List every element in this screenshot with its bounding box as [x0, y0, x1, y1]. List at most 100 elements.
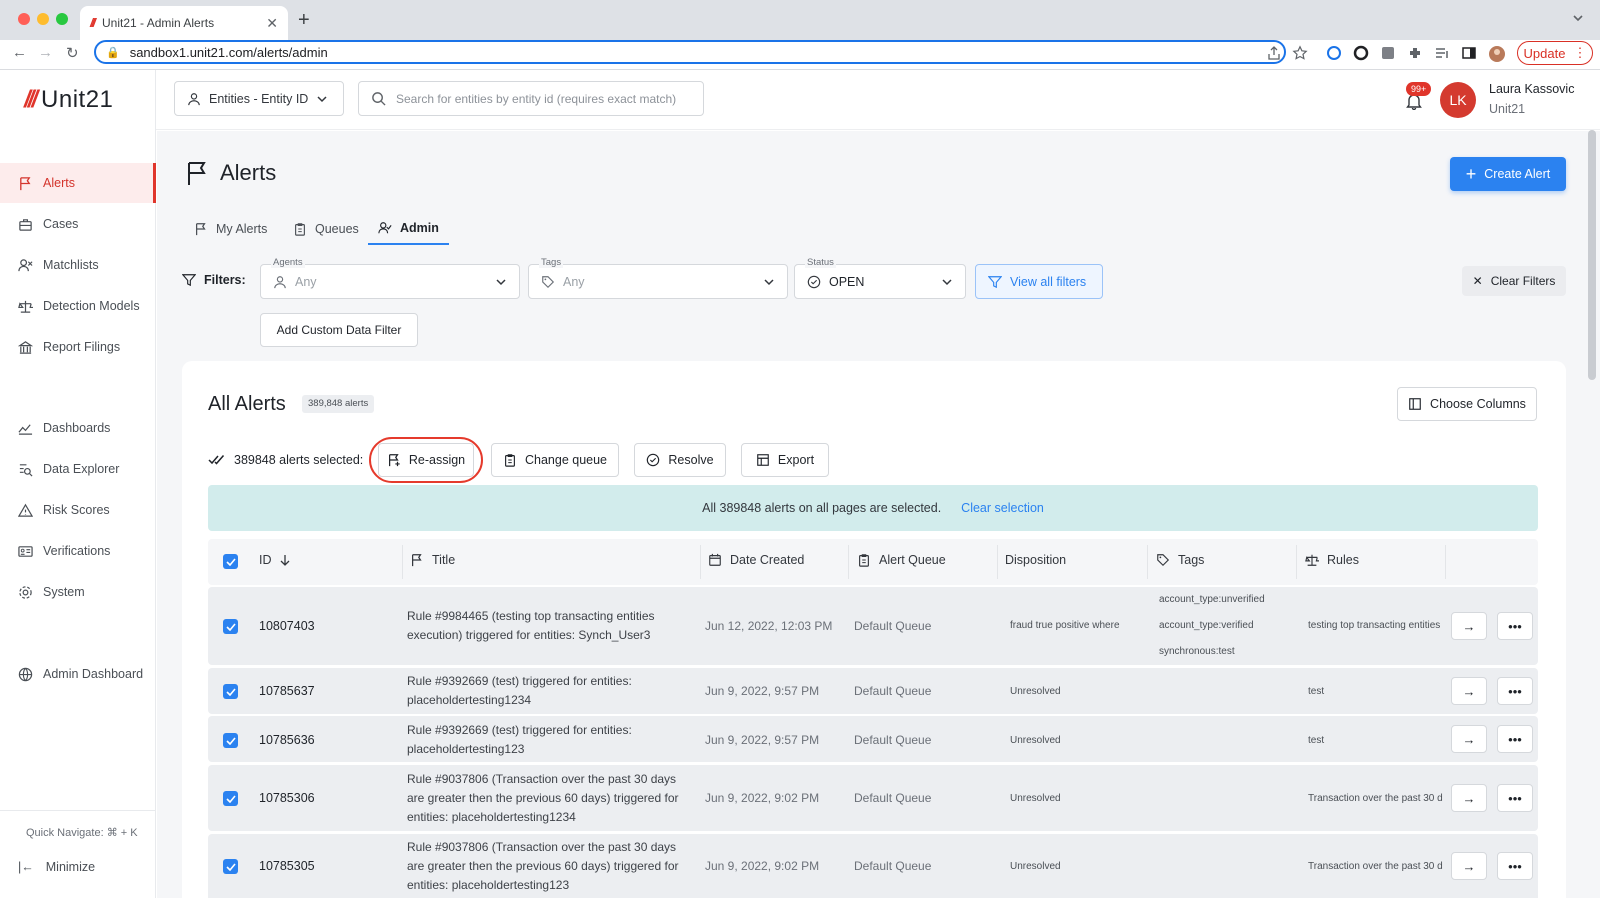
sidebar-item-report-filings[interactable]: Report Filings [0, 327, 156, 367]
tab-queues[interactable]: Queues [293, 213, 359, 245]
open-alert-arrow-icon[interactable]: → [1451, 852, 1487, 880]
change-queue-button[interactable]: Change queue [491, 443, 619, 477]
export-icon [757, 454, 769, 466]
tab-label: My Alerts [216, 222, 268, 236]
create-alert-button[interactable]: + Create Alert [1450, 157, 1566, 191]
column-header-date-created[interactable]: Date Created [708, 553, 804, 567]
back-arrow-icon[interactable]: ← [12, 44, 27, 61]
extension-icon[interactable] [1326, 45, 1342, 61]
alert-title[interactable]: Rule #9037806 (Transaction over the past… [407, 838, 687, 895]
kebab-menu-icon: ⋮ [1573, 45, 1587, 60]
address-bar[interactable]: 🔒 sandbox1.unit21.com/alerts/admin [94, 40, 1286, 64]
more-options-icon[interactable]: ••• [1497, 612, 1533, 640]
choose-columns-button[interactable]: Choose Columns [1397, 387, 1537, 421]
alert-title[interactable]: Rule #9392669 (test) triggered for entit… [407, 672, 687, 710]
alert-queue: Default Queue [854, 619, 932, 633]
alert-title[interactable]: Rule #9392669 (test) triggered for entit… [407, 721, 687, 759]
puzzle-icon[interactable] [1407, 45, 1423, 61]
window-zoom-button[interactable] [56, 13, 68, 25]
sidebar-item-data-explorer[interactable]: Data Explorer [0, 449, 156, 489]
resolve-button[interactable]: Resolve [634, 443, 726, 477]
profile-avatar-icon[interactable] [1488, 45, 1505, 62]
sidebar-item-system[interactable]: System [0, 572, 156, 612]
alert-rule: Transaction over the past 30 d [1308, 793, 1443, 804]
tab-search-chevron-icon[interactable] [1572, 12, 1584, 24]
sidebar-item-cases[interactable]: Cases [0, 204, 156, 244]
bulk-selection-summary: 389848 alerts selected: [208, 453, 363, 467]
minimize-sidebar-button[interactable]: |← Minimize [18, 860, 95, 874]
sidebar-item-verifications[interactable]: Verifications [0, 531, 156, 571]
entity-type-select[interactable]: Entities - Entity ID [174, 81, 344, 116]
sidebar-item-admin-dashboard[interactable]: Admin Dashboard [0, 654, 156, 694]
media-queue-icon[interactable] [1434, 45, 1450, 61]
open-alert-arrow-icon[interactable]: → [1451, 612, 1487, 640]
alert-title[interactable]: Rule #9984465 (testing top transacting e… [407, 607, 687, 645]
browser-update-button[interactable]: Update ⋮ [1517, 41, 1593, 65]
alert-date: Jun 9, 2022, 9:02 PM [705, 859, 820, 873]
more-options-icon[interactable]: ••• [1497, 852, 1533, 880]
row-checkbox[interactable] [223, 791, 238, 806]
column-header-disposition[interactable]: Disposition [1005, 553, 1066, 567]
row-checkbox[interactable] [223, 733, 238, 748]
row-checkbox[interactable] [223, 684, 238, 699]
sidebar-item-dashboards[interactable]: Dashboards [0, 408, 156, 448]
page-scrollbar[interactable] [1588, 130, 1596, 380]
extension-icon[interactable] [1353, 45, 1369, 61]
selection-banner: All 389848 alerts on all pages are selec… [208, 485, 1538, 531]
side-panel-icon[interactable] [1461, 45, 1477, 61]
select-all-checkbox[interactable] [223, 554, 238, 569]
avatar[interactable]: LK [1440, 82, 1476, 118]
alert-title[interactable]: Rule #9037806 (Transaction over the past… [407, 770, 687, 827]
sidebar-item-risk-scores[interactable]: Risk Scores [0, 490, 156, 530]
reload-icon[interactable]: ↻ [66, 44, 79, 62]
view-all-filters-button[interactable]: View all filters [975, 264, 1103, 299]
window-close-button[interactable] [18, 13, 30, 25]
alert-rule: test [1308, 735, 1325, 746]
tab-close-icon[interactable]: ✕ [266, 15, 278, 32]
column-header-rules[interactable]: Rules [1305, 553, 1359, 567]
entity-search-input[interactable]: Search for entities by entity id (requir… [358, 81, 704, 116]
row-checkbox[interactable] [223, 859, 238, 874]
sidebar-item-detection-models[interactable]: Detection Models [0, 286, 156, 326]
tab-my-alerts[interactable]: My Alerts [194, 213, 267, 245]
alert-rule: testing top transacting entities [1308, 620, 1441, 631]
new-tab-button[interactable]: + [298, 9, 310, 32]
column-divider [1147, 545, 1148, 579]
export-button[interactable]: Export [741, 443, 829, 477]
flag-icon [186, 160, 210, 186]
column-header-label: Title [432, 553, 456, 567]
tags-filter-select[interactable]: Tags Any [528, 257, 788, 299]
bookmark-star-icon[interactable] [1292, 45, 1308, 61]
sidebar-item-alerts[interactable]: Alerts [0, 163, 156, 203]
more-options-icon[interactable]: ••• [1497, 677, 1533, 705]
extension-icon[interactable] [1380, 45, 1396, 61]
chevron-down-icon [942, 278, 952, 285]
open-alert-arrow-icon[interactable]: → [1451, 725, 1487, 753]
flag-icon [20, 176, 31, 190]
row-checkbox[interactable] [223, 619, 238, 634]
column-header-title[interactable]: Title [410, 553, 455, 567]
column-header-alert-queue[interactable]: Alert Queue [857, 553, 946, 567]
add-custom-data-filter-button[interactable]: Add Custom Data Filter [260, 313, 418, 347]
clear-selection-link[interactable]: Clear selection [961, 501, 1044, 515]
forward-arrow-icon[interactable]: → [38, 44, 53, 61]
open-alert-arrow-icon[interactable]: → [1451, 784, 1487, 812]
share-icon[interactable] [1266, 45, 1282, 61]
more-options-icon[interactable]: ••• [1497, 784, 1533, 812]
window-minimize-button[interactable] [37, 13, 49, 25]
sidebar-item-matchlists[interactable]: Matchlists [0, 245, 156, 285]
browser-tab[interactable]: /// Unit21 - Admin Alerts ✕ [80, 6, 288, 40]
alert-id: 10785306 [259, 791, 315, 805]
column-header-tags[interactable]: Tags [1156, 553, 1204, 567]
unit21-logo[interactable]: /// Unit21 [24, 86, 113, 114]
sort-down-arrow-icon [280, 555, 289, 566]
open-alert-arrow-icon[interactable]: → [1451, 677, 1487, 705]
export-label: Export [777, 453, 815, 467]
tab-admin[interactable]: Admin [368, 213, 449, 245]
column-header-id[interactable]: ID [259, 553, 290, 567]
more-options-icon[interactable]: ••• [1497, 725, 1533, 753]
agents-filter-select[interactable]: Agents Any [260, 257, 520, 299]
gear-icon [19, 585, 32, 599]
clear-filters-button[interactable]: ✕ Clear Filters [1462, 266, 1566, 296]
status-filter-select[interactable]: Status OPEN [794, 257, 966, 299]
